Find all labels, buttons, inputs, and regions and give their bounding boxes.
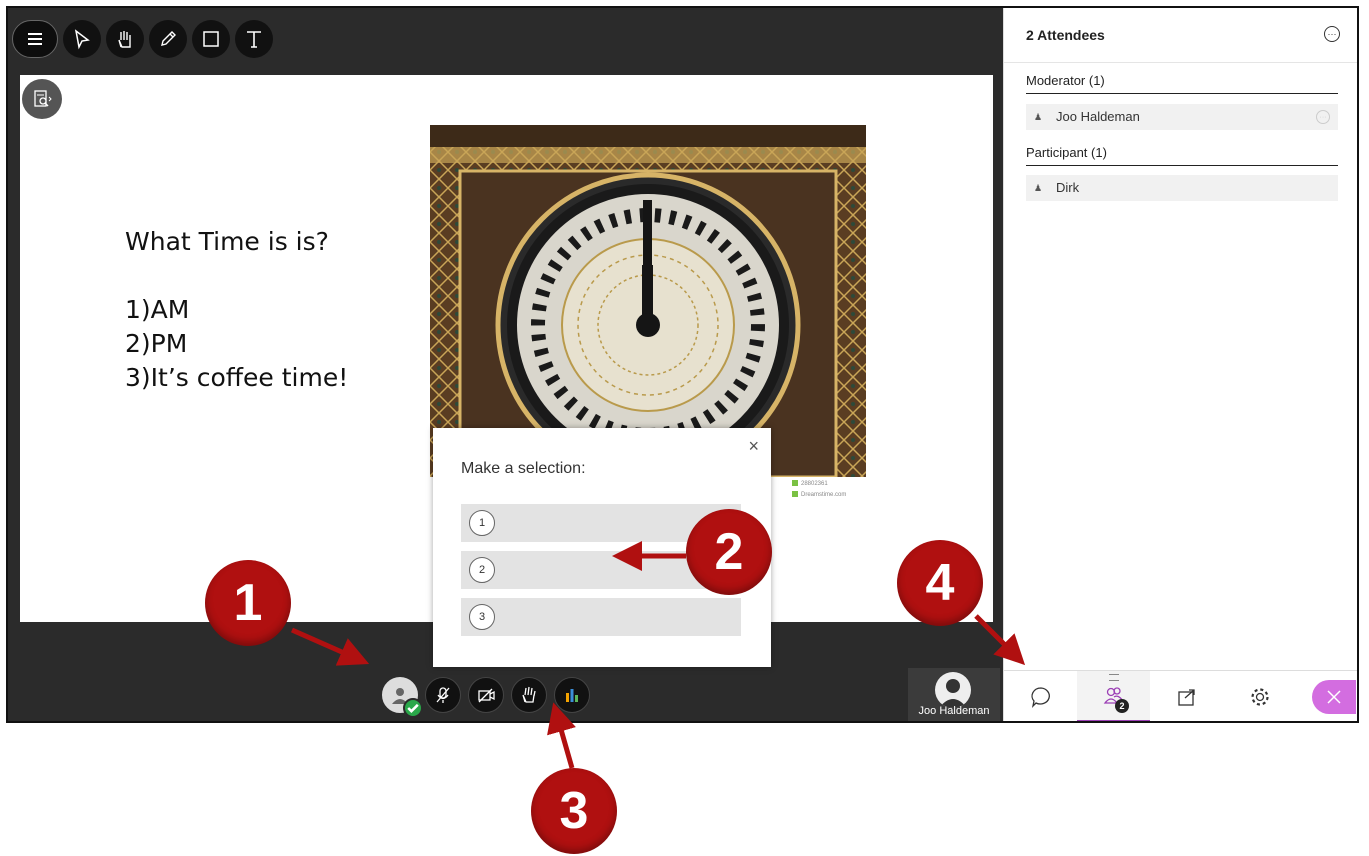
- text-tool-button[interactable]: [235, 20, 273, 58]
- tab-attendees[interactable]: 2: [1077, 671, 1150, 721]
- image-credits: 28802361 Dreamstime.com: [792, 479, 846, 501]
- callout-badge-4: 4: [897, 540, 983, 626]
- drag-handle[interactable]: [1108, 674, 1119, 681]
- pointer-arrow-icon: [74, 29, 90, 50]
- slide-option: 3)It’s coffee time!: [125, 363, 349, 392]
- microphone-button[interactable]: [425, 677, 461, 713]
- camera-button[interactable]: [468, 677, 504, 713]
- poll-option-number: 2: [469, 557, 495, 583]
- poll-option-number: 1: [469, 510, 495, 536]
- attendee-count-badge: 2: [1115, 699, 1129, 713]
- hamburger-icon: [28, 33, 42, 45]
- user-avatar-icon: [939, 679, 967, 708]
- microphone-muted-icon: [436, 687, 450, 703]
- user-icon: ♟: [1034, 183, 1043, 193]
- text-icon: [247, 31, 261, 48]
- poll-option-3[interactable]: 3: [461, 598, 741, 636]
- menu-button[interactable]: [12, 20, 58, 58]
- share-icon: [1177, 689, 1195, 706]
- callout-badge-3: 3: [531, 768, 617, 854]
- share-content-button[interactable]: [554, 677, 590, 713]
- pan-tool-button[interactable]: [106, 20, 144, 58]
- pencil-tool-button[interactable]: [149, 20, 187, 58]
- attendees-panel: 2 Attendees ··· Moderator (1) ♟ Joo Hald…: [1003, 8, 1357, 721]
- my-status-button[interactable]: [382, 677, 423, 718]
- attendee-row[interactable]: ♟ Joo Haldeman ···: [1026, 104, 1338, 130]
- camera-off-icon: [478, 688, 495, 703]
- participant-section-header: Participant (1): [1026, 145, 1338, 166]
- select-tool-button[interactable]: [63, 20, 101, 58]
- tab-settings[interactable]: [1223, 671, 1296, 721]
- tab-share-content[interactable]: [1150, 671, 1223, 721]
- close-panel-button[interactable]: [1312, 680, 1356, 714]
- slide-option: 1)AM: [125, 295, 190, 324]
- more-options-icon[interactable]: ···: [1324, 26, 1340, 42]
- clock-tower-image: [430, 125, 866, 477]
- session-controls: [382, 677, 590, 718]
- attendee-row[interactable]: ♟ Dirk: [1026, 175, 1338, 201]
- more-options-icon[interactable]: ···: [1316, 110, 1330, 124]
- panel-tabs: 2: [1004, 670, 1357, 721]
- panel-title: 2 Attendees: [1026, 27, 1105, 43]
- user-icon: ♟: [1034, 112, 1043, 122]
- poll-title: Make a selection:: [461, 460, 586, 477]
- pencil-icon: [161, 31, 176, 46]
- slide-option: 2)PM: [125, 329, 188, 358]
- close-icon: [1327, 690, 1341, 704]
- chat-bubble-icon: [1030, 687, 1050, 708]
- gear-icon: [1250, 688, 1269, 706]
- attendee-name: Joo Haldeman: [1056, 109, 1140, 124]
- checkmark-icon: [403, 698, 423, 718]
- slide-zoom-button[interactable]: [22, 79, 62, 119]
- tab-chat[interactable]: [1004, 671, 1077, 721]
- attendee-name: Dirk: [1056, 180, 1080, 195]
- poll-option-number: 3: [469, 604, 495, 630]
- avatar: [935, 672, 971, 708]
- bar-chart-icon: [566, 689, 578, 702]
- credit-site: Dreamstime.com: [801, 492, 847, 498]
- raise-hand-button[interactable]: [511, 677, 547, 713]
- stage: What Time is is? 1)AM 2)PM 3)It’s coffee…: [8, 8, 1003, 721]
- shape-tool-button[interactable]: [192, 20, 230, 58]
- hand-icon: [118, 31, 131, 48]
- slide-question-text: What Time is is? 1)AM 2)PM 3)It’s coffee…: [125, 225, 348, 395]
- close-icon[interactable]: ×: [748, 436, 759, 457]
- raise-hand-icon: [522, 686, 536, 703]
- video-tile-name: Joo Haldeman: [918, 705, 990, 717]
- slide-question: What Time is is?: [125, 227, 329, 256]
- callout-badge-1: 1: [205, 560, 291, 646]
- moderator-section-header: Moderator (1): [1026, 73, 1338, 94]
- callout-badge-2: 2: [686, 509, 772, 595]
- square-icon: [203, 31, 219, 47]
- whiteboard-toolbar: [12, 20, 273, 60]
- video-tile[interactable]: Joo Haldeman: [908, 668, 1000, 721]
- panel-header: 2 Attendees ···: [1004, 8, 1357, 63]
- document-zoom-icon: [34, 90, 52, 107]
- credit-id: 28802361: [801, 481, 828, 487]
